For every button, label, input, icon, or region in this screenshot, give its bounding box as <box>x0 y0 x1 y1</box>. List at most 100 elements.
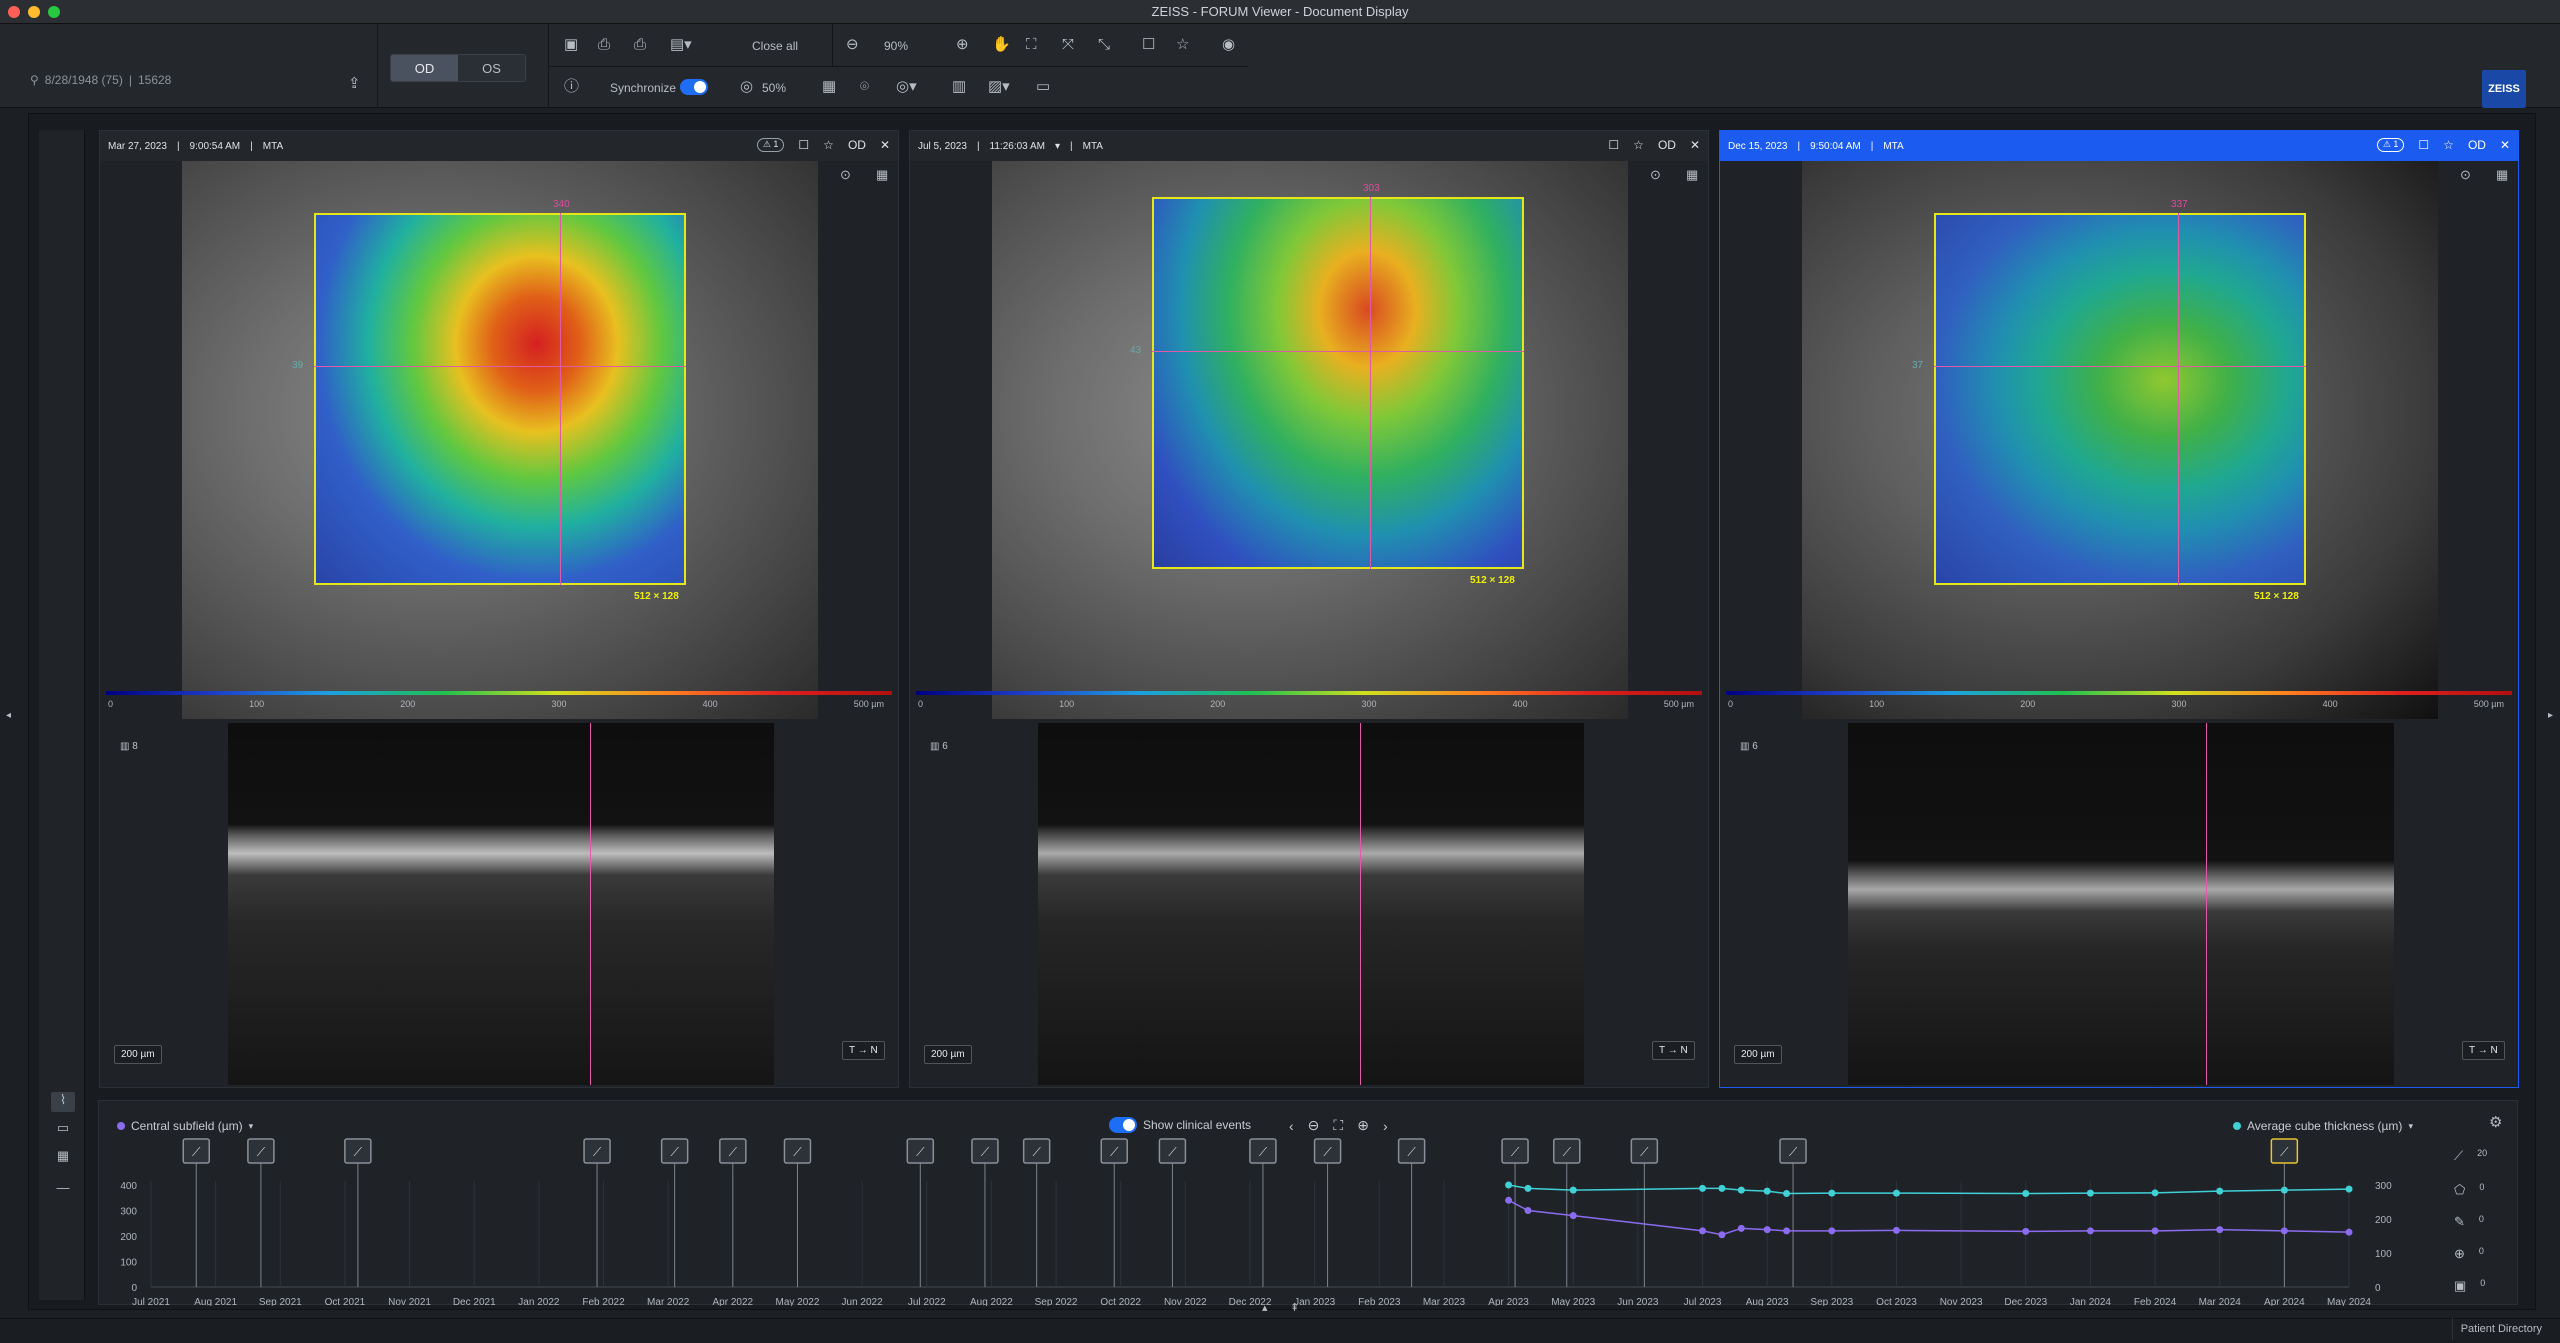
close-icon[interactable]: ✕ <box>1690 138 1700 152</box>
star-icon[interactable]: ☆ <box>2443 138 2454 152</box>
display-icon[interactable]: ▭ <box>1036 79 1050 95</box>
close-icon[interactable]: ✕ <box>2500 138 2510 152</box>
minimize-window-button[interactable] <box>28 6 40 18</box>
patient-directory-button[interactable]: Patient Directory <box>2451 1318 2550 1340</box>
syringe-icon: ⟋ <box>2280 1145 2289 1159</box>
close-all-button[interactable]: Close all <box>752 39 798 53</box>
comment-icon[interactable]: ☐ <box>1608 138 1619 152</box>
tool-row-3[interactable]: ✎ 0 <box>2454 1214 2514 1230</box>
month-tick-label: Jul 2022 <box>908 1297 946 1306</box>
left-axis-tick-label: 300 <box>120 1207 137 1218</box>
od-button[interactable]: OD <box>391 55 458 81</box>
left-axis-tick-label: 100 <box>120 1258 137 1269</box>
thickness-map-overlay[interactable] <box>1152 197 1524 569</box>
grid-overlay-icon[interactable]: ▦ <box>822 79 836 95</box>
data-point <box>2280 1186 2288 1194</box>
comment-icon[interactable]: ☐ <box>798 138 809 152</box>
exam-panel-2[interactable]: Jul 5, 2023 | 11:26:03 AM ▾ | MTA ☐ ☆ OD ✕ … <box>909 130 1709 1088</box>
syringe-icon: ⟋ <box>1511 1145 1520 1159</box>
star-icon[interactable]: ☆ <box>823 138 834 152</box>
trend-chart[interactable]: 400 300 200 100 0 300 200 100 0 Jul 2021 Aug 2021 S… <box>99 1131 2479 1306</box>
month-tick-label: Feb 2023 <box>1358 1297 1401 1306</box>
oct-bscan-image[interactable] <box>228 723 774 1085</box>
comment-icon[interactable]: ☐ <box>1142 37 1155 53</box>
grid-icon[interactable]: ▦ <box>1686 167 1698 183</box>
expand-up-icon[interactable]: ⇞ <box>1290 1300 1299 1316</box>
bscan-area[interactable]: ▥ 6 200 µm T → N <box>910 723 1710 1085</box>
zoom-region-icon[interactable]: ⊙ <box>840 167 851 183</box>
oct-bscan-image[interactable] <box>1038 723 1584 1085</box>
grid-icon[interactable]: ▦ <box>2496 167 2508 183</box>
info-icon[interactable]: ⓘ <box>564 79 579 95</box>
save-icon[interactable]: ▣ <box>564 37 578 53</box>
tool-row-5[interactable]: ▣ 0 <box>2454 1278 2514 1294</box>
eye-label: OD <box>2467 138 2486 152</box>
bscan-index: ▥ 6 <box>1740 741 1758 752</box>
trend-view-icon[interactable]: ⌇ <box>51 1092 75 1112</box>
settings-gear-icon[interactable]: ⚙ <box>2489 1115 2502 1131</box>
grid-icon[interactable]: ▦ <box>876 167 888 183</box>
eye-label: OD <box>1657 138 1676 152</box>
exam-panel-1[interactable]: Mar 27, 2023 | 9:00:54 AM | MTA ⚠ 1 ☐ ☆ OD… <box>99 130 899 1088</box>
expand-icon[interactable]: ⤧ <box>1062 37 1074 53</box>
alert-badge[interactable]: ⚠ 1 <box>2376 138 2405 152</box>
syringe-icon: ⟋ <box>1259 1145 1268 1159</box>
exam-mode: MTA <box>1883 140 1904 152</box>
print-icon[interactable]: ⎙ <box>598 37 610 53</box>
zoom-level[interactable]: 90% <box>884 39 908 53</box>
opacity-icon[interactable]: ◎ <box>740 79 753 95</box>
tool-row-4[interactable]: ⊕ 0 <box>2454 1246 2514 1262</box>
month-tick-label: Feb 2024 <box>2134 1297 2177 1306</box>
thickness-map-overlay[interactable] <box>314 213 686 585</box>
month-tick-label: Nov 2023 <box>1940 1297 1983 1306</box>
tool-row-2[interactable]: ⬠ 0 <box>2454 1182 2514 1198</box>
exam-panel-3[interactable]: Dec 15, 2023 | 9:50:04 AM | MTA ⚠ 1 ☐ ☆ OD… <box>1719 130 2519 1088</box>
person-icon: ⚲ <box>30 73 39 87</box>
star-icon[interactable]: ☆ <box>1633 138 1644 152</box>
save-menu-icon[interactable]: ▤▾ <box>670 37 692 53</box>
zoom-region-icon[interactable]: ⊙ <box>1650 167 1661 183</box>
alert-badge[interactable]: ⚠ 1 <box>756 138 785 152</box>
eye-icon[interactable]: ◉ <box>1222 37 1235 53</box>
oct-bscan-image[interactable] <box>1848 723 2394 1085</box>
os-button[interactable]: OS <box>458 55 525 81</box>
fundus-image[interactable]: 303 43 512 × 128 <box>992 161 1628 719</box>
region-icon[interactable]: ⌾ <box>860 79 869 95</box>
thickness-map-overlay[interactable] <box>1934 213 2306 585</box>
opacity-level[interactable]: 50% <box>762 81 786 95</box>
fit-screen-icon[interactable]: ⛶ <box>1026 37 1037 53</box>
layout-icon[interactable]: ▥ <box>952 79 966 95</box>
maximize-window-button[interactable] <box>48 6 60 18</box>
synchronize-toggle[interactable] <box>680 79 708 95</box>
status-bar <box>0 1318 2560 1343</box>
bscan-area[interactable]: ▥ 8 200 µm T → N <box>100 723 900 1085</box>
collapse-left-icon[interactable]: ◂ <box>6 708 11 724</box>
image-menu-icon[interactable]: ▨▾ <box>988 79 1010 95</box>
close-icon[interactable]: ✕ <box>880 138 890 152</box>
horizontal-marker-value: 39 <box>292 360 304 371</box>
minimize-icon[interactable]: — <box>51 1180 75 1200</box>
star-icon[interactable]: ☆ <box>1176 37 1189 53</box>
table-view-icon[interactable]: ▦ <box>51 1148 75 1168</box>
zoom-out-icon[interactable]: ⊖ <box>846 37 859 53</box>
export-icon[interactable]: ⇪ <box>348 76 361 92</box>
bscan-area[interactable]: ▥ 6 200 µm T → N <box>1720 723 2520 1085</box>
bscan-index: ▥ 6 <box>930 741 948 752</box>
zoom-region-icon[interactable]: ⊙ <box>2460 167 2471 183</box>
fundus-image[interactable]: 340 39 512 × 128 <box>182 161 818 719</box>
fundus-image[interactable]: 337 37 512 × 128 <box>1802 161 2438 719</box>
pan-hand-icon[interactable]: ✋ <box>992 37 1011 53</box>
close-window-button[interactable] <box>8 6 20 18</box>
month-tick-label: Jul 2023 <box>1684 1297 1722 1306</box>
collapse-icon[interactable]: ⤡ <box>1098 37 1110 53</box>
colorbar-ticks: 0 100 200 300 400 500 µm <box>108 699 884 709</box>
zoom-in-icon[interactable]: ⊕ <box>956 37 969 53</box>
target-menu-icon[interactable]: ◎▾ <box>896 79 917 95</box>
print-alt-icon[interactable]: ⎙ <box>634 37 646 53</box>
collapse-up-icon[interactable]: ▴ <box>1262 1300 1268 1316</box>
tool-row-1[interactable]: ⟋ 20 <box>2454 1148 2514 1164</box>
comment-icon[interactable]: ☐ <box>2418 138 2429 152</box>
month-tick-label: Aug 2022 <box>970 1297 1013 1306</box>
collapse-right-icon[interactable]: ▸ <box>2548 708 2553 724</box>
single-view-icon[interactable]: ▭ <box>51 1120 75 1140</box>
